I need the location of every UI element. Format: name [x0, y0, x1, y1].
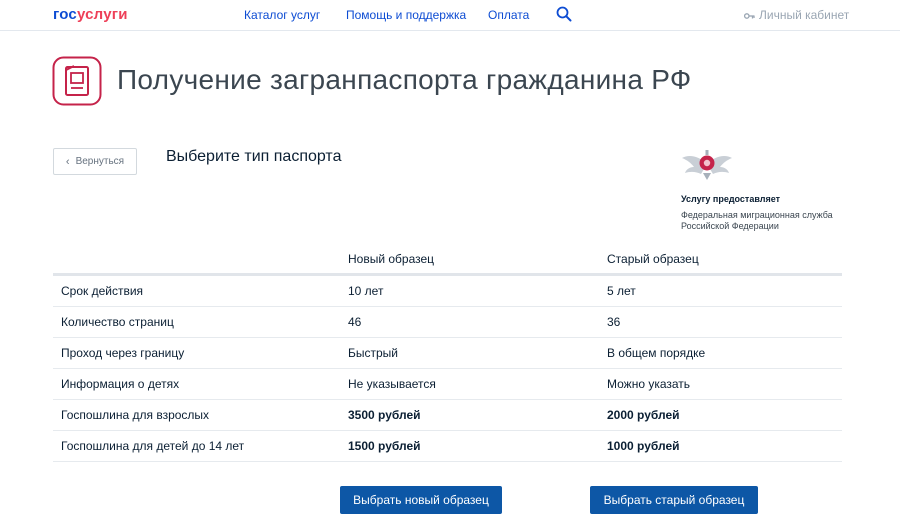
chevron-left-icon: ‹ [65, 155, 70, 168]
row-new-value: Быстрый [340, 337, 599, 369]
nav-catalog-link[interactable]: Каталог услуг [244, 8, 320, 22]
top-navigation-bar: госуслуги Каталог услуг Помощь и поддерж… [0, 0, 900, 31]
row-label: Количество страниц [53, 306, 340, 338]
back-button[interactable]: ‹ Вернуться [53, 148, 137, 175]
table-row: Госпошлина для детей до 14 лет 1500 рубл… [53, 430, 842, 462]
key-icon [744, 12, 755, 19]
row-new-value: Не указывается [340, 368, 599, 400]
page-title: Получение загранпаспорта гражданина РФ [117, 64, 692, 95]
row-new-value: 1500 рублей [340, 430, 599, 462]
cabinet-label: Личный кабинет [759, 8, 850, 22]
table-row: Срок действия 10 лет 5 лет [53, 274, 842, 307]
table-row: Информация о детях Не указывается Можно … [53, 368, 842, 400]
personal-cabinet-link[interactable]: Личный кабинет [744, 8, 849, 22]
table-header-empty [53, 244, 340, 275]
provider-name-line-1: Федеральная миграционная служба [681, 210, 833, 220]
passport-comparison-table: Новый образец Старый образец Срок действ… [53, 244, 842, 462]
table-header-old: Старый образец [607, 251, 699, 266]
passport-service-icon [52, 56, 102, 106]
row-old-value: 36 [599, 306, 842, 338]
provider-label: Услугу предоставляет [681, 194, 781, 204]
row-old-value: В общем порядке [599, 337, 842, 369]
provider-name: Федеральная миграционная служба Российск… [681, 210, 846, 232]
row-old-value: 5 лет [599, 274, 842, 307]
nav-help-link[interactable]: Помощь и поддержка [346, 8, 466, 22]
select-old-passport-button[interactable]: Выбрать старый образец [590, 486, 758, 514]
row-old-value: Можно указать [599, 368, 842, 400]
table-row: Госпошлина для взрослых 3500 рублей 2000… [53, 399, 842, 431]
table-row: Количество страниц 46 36 [53, 306, 842, 338]
row-new-value: 10 лет [340, 274, 599, 307]
logo-part-gos: гос [53, 6, 77, 23]
row-label: Информация о детях [53, 368, 340, 400]
select-new-passport-button[interactable]: Выбрать новый образец [340, 486, 502, 514]
row-label: Госпошлина для детей до 14 лет [53, 430, 340, 462]
provider-name-line-2: Российской Федерации [681, 221, 779, 231]
ministry-emblem-icon [682, 150, 732, 180]
row-old-value: 1000 рублей [599, 430, 842, 462]
choose-passport-type-heading: Выберите тип паспорта [166, 148, 342, 165]
row-label: Срок действия [53, 274, 340, 307]
row-label: Госпошлина для взрослых [53, 399, 340, 431]
back-button-label: Вернуться [75, 156, 125, 167]
table-header-new: Новый образец [348, 251, 435, 266]
row-new-value: 46 [340, 306, 599, 338]
search-icon[interactable] [556, 6, 572, 22]
gosuslugi-logo[interactable]: госуслуги [53, 6, 128, 23]
table-row: Проход через границу Быстрый В общем пор… [53, 337, 842, 369]
logo-part-uslugi: услуги [76, 6, 128, 23]
table-header-row: Новый образец Старый образец [53, 244, 842, 275]
row-old-value: 2000 рублей [599, 399, 842, 431]
nav-payment-link[interactable]: Оплата [488, 8, 529, 22]
row-label: Проход через границу [53, 337, 340, 369]
row-new-value: 3500 рублей [340, 399, 599, 431]
